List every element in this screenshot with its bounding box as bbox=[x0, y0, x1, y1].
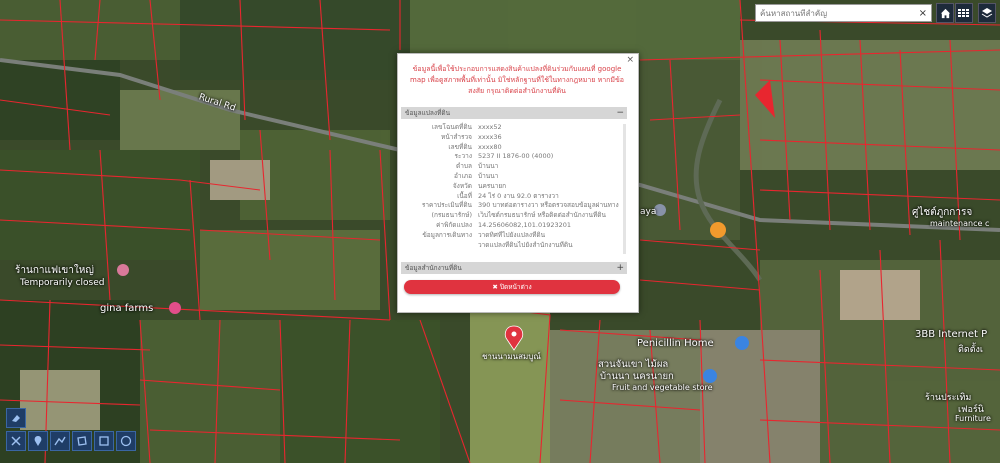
detail-row: วาดแปลงที่ดินไปยังสำนักงานที่ดิน bbox=[401, 241, 627, 251]
measure-tool-button[interactable] bbox=[6, 431, 26, 451]
detail-value[interactable]: วาดแปลงที่ดินไปยังสำนักงานที่ดิน bbox=[478, 241, 627, 251]
detail-key bbox=[401, 241, 478, 251]
popup-scrollbar[interactable] bbox=[623, 124, 626, 254]
detail-row: (กรมธนารักษ์) เว็บไซต์กรมธนารักษ์ หรือติด… bbox=[401, 211, 627, 221]
gina-farms-label[interactable]: gina farms bbox=[100, 303, 153, 314]
detail-key: ตำบล bbox=[456, 162, 472, 171]
pin-icon bbox=[34, 436, 42, 446]
home-button[interactable] bbox=[936, 3, 954, 23]
layers-button[interactable] bbox=[978, 3, 996, 23]
internet-sub-label: ติดตั้งเ bbox=[958, 345, 984, 355]
maintenance-label: maintenance c bbox=[930, 219, 990, 228]
cafe-label[interactable]: ร้านกาแฟเขาใหญ่ bbox=[15, 263, 94, 278]
detail-row: เลขโฉนดที่ดิน xxxx52 bbox=[401, 123, 627, 133]
detail-value[interactable]: 14.25606082,101.01923201 bbox=[478, 221, 627, 231]
marker-tool-button[interactable] bbox=[28, 431, 48, 451]
detail-value: xxxx80 bbox=[478, 142, 502, 151]
office-section-title: ข้อมูลสำนักงานที่ดิน bbox=[405, 264, 462, 272]
orchard-label-en: Fruit and vegetable store bbox=[612, 383, 713, 392]
detail-key: อำเภอ bbox=[454, 171, 472, 180]
polygon-tool-button[interactable] bbox=[72, 431, 92, 451]
detail-row: ค่าพิกัดแปลง 14.25606082,101.01923201 bbox=[401, 221, 627, 231]
detail-row: จังหวัด นครนายก bbox=[401, 182, 627, 192]
detail-value[interactable]: เว็บไซต์กรมธนารักษ์ หรือติดต่อสำนักงานที… bbox=[478, 211, 627, 221]
detail-value: 5237 II 1876-00 (4000) bbox=[478, 152, 554, 161]
grid-icon bbox=[958, 8, 969, 17]
detail-value: 24 ไร่ 0 งาน 92.0 ตารางวา bbox=[478, 191, 559, 200]
detail-row: เลขที่ดิน xxxx80 bbox=[401, 143, 627, 153]
home-icon bbox=[940, 8, 950, 18]
measure-icon bbox=[11, 436, 21, 446]
detail-key: หน้าสำรวจ bbox=[441, 132, 472, 141]
clear-search-icon[interactable]: × bbox=[919, 8, 927, 19]
eraser-button[interactable] bbox=[6, 408, 26, 428]
detail-key: ค่าพิกัดแปลง bbox=[436, 220, 472, 229]
search-box[interactable]: × bbox=[755, 4, 932, 22]
detail-value: บ้านนา bbox=[478, 162, 499, 171]
detail-value: บ้านนา bbox=[478, 171, 499, 180]
detail-key: ข้อมูลการเดินทาง bbox=[422, 230, 472, 239]
detail-value: xxxx52 bbox=[478, 123, 502, 131]
shop-label-en: Furniture bbox=[955, 414, 991, 423]
line-icon bbox=[54, 436, 66, 446]
eraser-icon bbox=[12, 415, 20, 422]
detail-key: จังหวัด bbox=[452, 181, 472, 190]
parcel-info-popup: × ข้อมูลนี้เพื่อใช้ประกอบการแสดงสินค้าแป… bbox=[397, 53, 639, 313]
detail-row: ข้อมูลการเดินทาง วาดทิศที่ไปยังแปลงที่ดิน bbox=[401, 231, 627, 241]
detail-key: เนื้อที่ bbox=[457, 191, 472, 200]
line-tool-button[interactable] bbox=[50, 431, 70, 451]
detail-value[interactable]: 390 บาทต่อตารางวา หรือตรวจสอบข้อมูลผ่านท… bbox=[478, 201, 627, 211]
detail-row: ระวาง 5237 II 1876-00 (4000) bbox=[401, 152, 627, 162]
maya-label: aya bbox=[640, 207, 657, 217]
detail-row: หน้าสำรวจ xxxx36 bbox=[401, 133, 627, 143]
parcel-section-title: ข้อมูลแปลงที่ดิน bbox=[405, 109, 451, 117]
detail-key: เลขที่ดิน bbox=[448, 142, 472, 151]
parcel-section-header[interactable]: ข้อมูลแปลงที่ดิน − bbox=[401, 107, 627, 119]
cafe-status-label: Temporarily closed bbox=[20, 278, 105, 288]
popup-disclaimer: ข้อมูลนี้เพื่อใช้ประกอบการแสดงสินค้าแปลง… bbox=[410, 65, 624, 95]
parcel-detail-list: เลขโฉนดที่ดิน xxxx52 หน้าสำรวจ xxxx36 เลขที่… bbox=[401, 123, 627, 250]
detail-key: ราคาประเมินที่ดิน bbox=[421, 201, 472, 210]
center-label[interactable]: ศูไชต์ภูกการจ bbox=[912, 205, 972, 220]
detail-value: xxxx36 bbox=[478, 132, 502, 141]
grid-button[interactable] bbox=[955, 3, 973, 23]
collapse-icon[interactable]: − bbox=[616, 107, 624, 119]
detail-row: ตำบล บ้านนา bbox=[401, 162, 627, 172]
detail-key: ระวาง bbox=[454, 152, 472, 161]
internet-label[interactable]: 3BB Internet P bbox=[915, 329, 987, 340]
search-input[interactable] bbox=[756, 8, 914, 18]
penicillin-home-label[interactable]: Penicillin Home bbox=[637, 338, 714, 349]
detail-value: นครนายก bbox=[478, 181, 507, 190]
office-section-header[interactable]: ข้อมูลสำนักงานที่ดิน + bbox=[401, 262, 627, 274]
rectangle-tool-button[interactable] bbox=[94, 431, 114, 451]
detail-key: เลขโฉนดที่ดิน bbox=[431, 123, 472, 131]
close-window-button[interactable]: ✖ ปิดหน้าต่าง bbox=[404, 280, 620, 294]
detail-key: (กรมธนารักษ์) bbox=[431, 211, 472, 220]
rectangle-icon bbox=[99, 436, 109, 446]
detail-value[interactable]: วาดทิศที่ไปยังแปลงที่ดิน bbox=[478, 231, 627, 241]
circle-tool-button[interactable] bbox=[116, 431, 136, 451]
circle-icon bbox=[120, 435, 132, 447]
marker-label: ชานนามนสมบูณ์ bbox=[482, 352, 541, 361]
polygon-icon bbox=[77, 436, 87, 446]
layers-icon bbox=[981, 8, 993, 18]
orchard-label-th2: บ้านนา นครนายก bbox=[600, 371, 674, 382]
detail-row: อำเภอ บ้านนา bbox=[401, 172, 627, 182]
expand-icon[interactable]: + bbox=[616, 262, 624, 274]
detail-row: ราคาประเมินที่ดิน 390 บาทต่อตารางวา หรือต… bbox=[401, 201, 627, 211]
detail-row: เนื้อที่ 24 ไร่ 0 งาน 92.0 ตารางวา bbox=[401, 192, 627, 202]
